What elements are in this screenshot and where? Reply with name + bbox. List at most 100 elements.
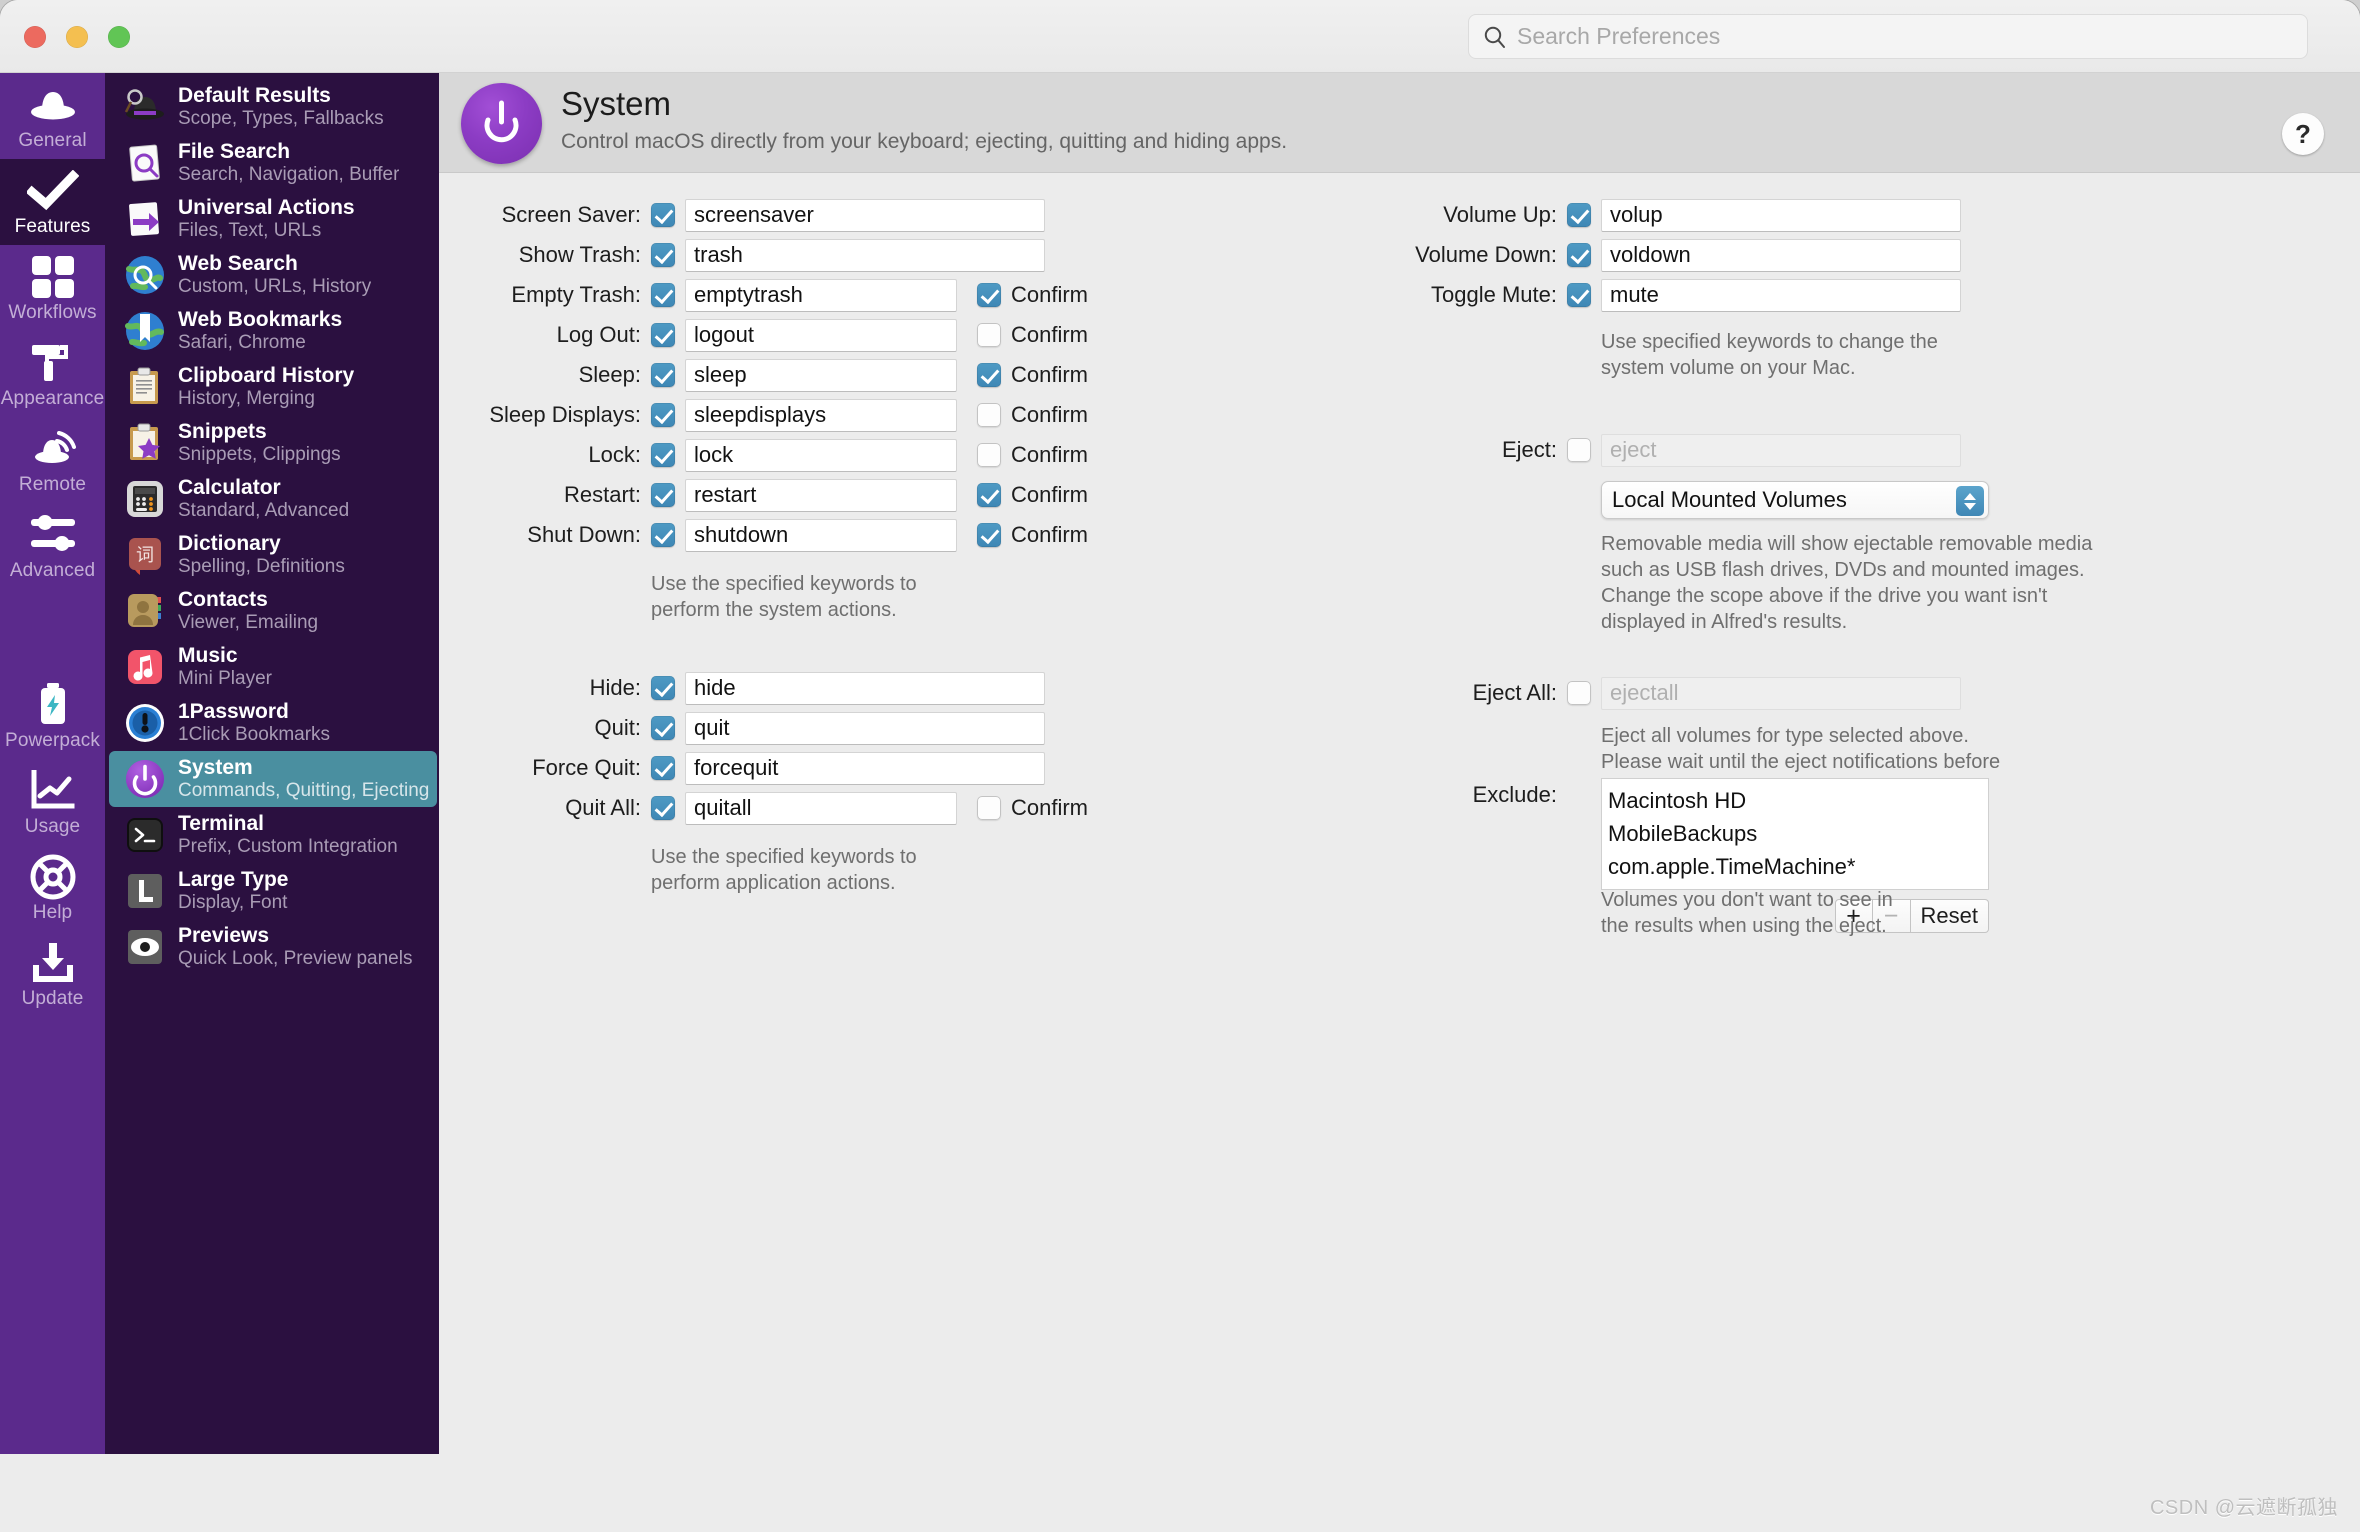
keyword-input[interactable]: restart: [685, 479, 957, 512]
sidebar-item-appearance[interactable]: Appearance: [0, 331, 105, 417]
eject-all-keyword-input[interactable]: ejectall: [1601, 677, 1961, 710]
feature-subtitle: Search, Navigation, Buffer: [178, 164, 399, 187]
enable-checkbox[interactable]: [1567, 283, 1591, 307]
large-type-L-icon: [123, 869, 167, 913]
feature-item-clipboard-history[interactable]: Clipboard History History, Merging: [109, 359, 437, 415]
feature-item-music[interactable]: Music Mini Player: [109, 639, 437, 695]
row-label: Log Out:: [439, 322, 651, 348]
reset-exclude-button[interactable]: Reset: [1911, 899, 1989, 933]
keyword-input[interactable]: volup: [1601, 199, 1961, 232]
keyword-input[interactable]: lock: [685, 439, 957, 472]
feature-subtitle: History, Merging: [178, 388, 354, 411]
feature-item-terminal[interactable]: Terminal Prefix, Custom Integration: [109, 807, 437, 863]
feature-item-universal-actions[interactable]: Universal Actions Files, Text, URLs: [109, 191, 437, 247]
enable-checkbox[interactable]: [651, 203, 675, 227]
sidebar-item-update[interactable]: Update: [0, 931, 105, 1017]
confirm-checkbox[interactable]: [977, 283, 1001, 307]
minimize-button[interactable]: [66, 26, 88, 48]
help-button[interactable]: ?: [2282, 113, 2324, 155]
sidebar-item-features[interactable]: Features: [0, 159, 105, 245]
enable-checkbox[interactable]: [651, 363, 675, 387]
keyword-input[interactable]: quitall: [685, 792, 957, 825]
sidebar-label-usage: Usage: [25, 817, 80, 836]
enable-checkbox[interactable]: [1567, 203, 1591, 227]
app-actions-group: Hide: hide Quit: quit Force Quit:: [439, 668, 1088, 896]
enable-checkbox[interactable]: [651, 443, 675, 467]
feature-item-file-search[interactable]: File Search Search, Navigation, Buffer: [109, 135, 437, 191]
enable-checkbox[interactable]: [651, 796, 675, 820]
confirm-checkbox[interactable]: [977, 443, 1001, 467]
feature-item-web-search[interactable]: Web Search Custom, URLs, History: [109, 247, 437, 303]
enable-checkbox[interactable]: [651, 403, 675, 427]
chevron-updown-icon[interactable]: [1956, 486, 1984, 516]
sidebar-item-powerpack[interactable]: Powerpack: [0, 673, 105, 759]
enable-checkbox[interactable]: [651, 323, 675, 347]
enable-checkbox[interactable]: [651, 523, 675, 547]
feature-item-calculator[interactable]: Calculator Standard, Advanced: [109, 471, 437, 527]
setting-row-show-trash: Show Trash: trash: [439, 235, 1088, 275]
list-item[interactable]: com.apple.TimeMachine*: [1608, 850, 1988, 883]
keyword-input[interactable]: shutdown: [685, 519, 957, 552]
sidebar-item-help[interactable]: Help: [0, 845, 105, 931]
sidebar-item-remote[interactable]: Remote: [0, 417, 105, 503]
confirm-group: Confirm: [977, 482, 1088, 508]
close-button[interactable]: [24, 26, 46, 48]
enable-checkbox[interactable]: [1567, 681, 1591, 705]
enable-checkbox[interactable]: [651, 756, 675, 780]
keyword-input[interactable]: mute: [1601, 279, 1961, 312]
confirm-checkbox[interactable]: [977, 523, 1001, 547]
exclude-list[interactable]: Macintosh HD MobileBackups com.apple.Tim…: [1601, 778, 1989, 890]
keyword-input[interactable]: quit: [685, 712, 1045, 745]
keyword-input[interactable]: voldown: [1601, 239, 1961, 272]
sidebar-item-workflows[interactable]: Workflows: [0, 245, 105, 331]
confirm-checkbox[interactable]: [977, 483, 1001, 507]
setting-row-toggle-mute: Toggle Mute: mute: [1399, 275, 1961, 315]
confirm-checkbox[interactable]: [977, 363, 1001, 387]
confirm-label: Confirm: [1011, 362, 1088, 388]
feature-texts: Snippets Snippets, Clippings: [178, 420, 341, 467]
feature-item-system[interactable]: System Commands, Quitting, Ejecting: [109, 751, 437, 807]
list-item[interactable]: MobileBackups: [1608, 817, 1988, 850]
sidebar-item-advanced[interactable]: Advanced: [0, 503, 105, 589]
enable-checkbox[interactable]: [651, 676, 675, 700]
search-preferences-box[interactable]: [1468, 14, 2308, 59]
feature-subtitle: Commands, Quitting, Ejecting: [178, 780, 429, 803]
confirm-group: Confirm: [977, 402, 1088, 428]
enable-checkbox[interactable]: [651, 483, 675, 507]
keyword-input[interactable]: sleepdisplays: [685, 399, 957, 432]
confirm-checkbox[interactable]: [977, 323, 1001, 347]
feature-item-dictionary[interactable]: 词 Dictionary Spelling, Definitions: [109, 527, 437, 583]
confirm-checkbox[interactable]: [977, 403, 1001, 427]
keyword-input[interactable]: emptytrash: [685, 279, 957, 312]
keyword-input[interactable]: sleep: [685, 359, 957, 392]
line-chart-icon: [30, 768, 76, 814]
rail-spacer: [0, 589, 105, 673]
keyword-input[interactable]: logout: [685, 319, 957, 352]
enable-checkbox[interactable]: [651, 243, 675, 267]
search-input[interactable]: [1517, 23, 2295, 50]
feature-item-previews[interactable]: Previews Quick Look, Preview panels: [109, 919, 437, 975]
enable-checkbox[interactable]: [1567, 243, 1591, 267]
confirm-label: Confirm: [1011, 402, 1088, 428]
eject-scope-select[interactable]: Local Mounted Volumes: [1601, 481, 1989, 519]
keyword-input[interactable]: screensaver: [685, 199, 1045, 232]
keyword-input[interactable]: trash: [685, 239, 1045, 272]
zoom-button[interactable]: [108, 26, 130, 48]
feature-item-contacts[interactable]: Contacts Viewer, Emailing: [109, 583, 437, 639]
feature-subtitle: 1Click Bookmarks: [178, 724, 330, 747]
sidebar-item-usage[interactable]: Usage: [0, 759, 105, 845]
confirm-checkbox[interactable]: [977, 796, 1001, 820]
feature-item-web-bookmarks[interactable]: Web Bookmarks Safari, Chrome: [109, 303, 437, 359]
sidebar-item-general[interactable]: General: [0, 73, 105, 159]
feature-item-large-type[interactable]: Large Type Display, Font: [109, 863, 437, 919]
feature-item-default-results[interactable]: Default Results Scope, Types, Fallbacks: [109, 79, 437, 135]
list-item[interactable]: Macintosh HD: [1608, 784, 1988, 817]
enable-checkbox[interactable]: [651, 283, 675, 307]
keyword-input[interactable]: forcequit: [685, 752, 1045, 785]
enable-checkbox[interactable]: [1567, 438, 1591, 462]
enable-checkbox[interactable]: [651, 716, 675, 740]
feature-item-snippets[interactable]: Snippets Snippets, Clippings: [109, 415, 437, 471]
keyword-input[interactable]: hide: [685, 672, 1045, 705]
feature-item-1password[interactable]: 1Password 1Click Bookmarks: [109, 695, 437, 751]
eject-keyword-input[interactable]: eject: [1601, 434, 1961, 467]
